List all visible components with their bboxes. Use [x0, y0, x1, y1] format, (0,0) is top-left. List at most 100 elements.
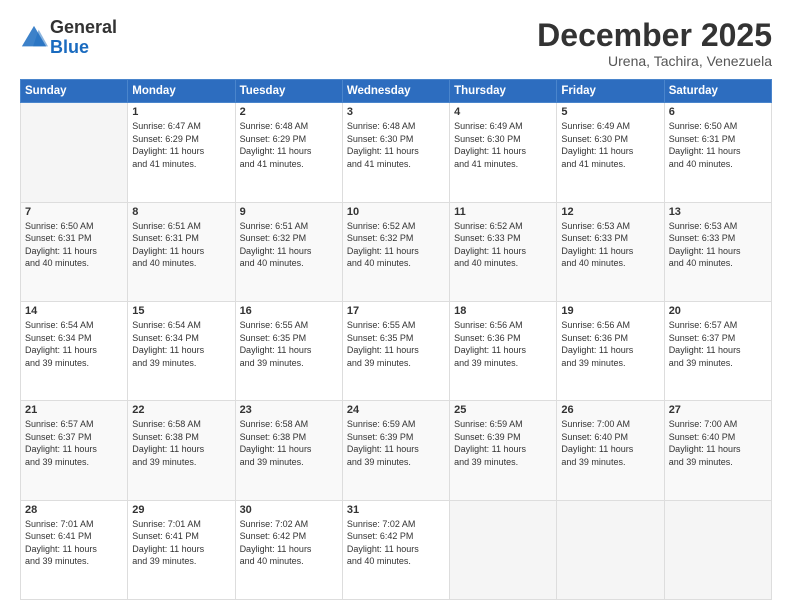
calendar-week-4: 28Sunrise: 7:01 AM Sunset: 6:41 PM Dayli…: [21, 500, 772, 599]
day-info: Sunrise: 6:55 AM Sunset: 6:35 PM Dayligh…: [240, 319, 338, 369]
calendar-cell: 28Sunrise: 7:01 AM Sunset: 6:41 PM Dayli…: [21, 500, 128, 599]
calendar-cell: 18 Sunrise: 6:56 AM Sunset: 6:36 PM Dayli…: [450, 301, 557, 400]
calendar-cell: 1Sunrise: 6:47 AM Sunset: 6:29 PM Daylig…: [128, 103, 235, 202]
calendar-cell: 5Sunrise: 6:49 AM Sunset: 6:30 PM Daylig…: [557, 103, 664, 202]
day-number: 6: [669, 106, 767, 118]
calendar-cell: 14Sunrise: 6:54 AM Sunset: 6:34 PM Dayli…: [21, 301, 128, 400]
day-number: 4: [454, 106, 552, 118]
day-info: Sunrise: 6:48 AM Sunset: 6:29 PM Dayligh…: [240, 120, 338, 170]
col-wednesday: Wednesday: [342, 80, 449, 103]
calendar-week-2: 14Sunrise: 6:54 AM Sunset: 6:34 PM Dayli…: [21, 301, 772, 400]
day-info: Sunrise: 6:51 AM Sunset: 6:32 PM Dayligh…: [240, 220, 338, 270]
logo-text: General Blue: [50, 18, 117, 58]
calendar-cell: 24Sunrise: 6:59 AM Sunset: 6:39 PM Dayli…: [342, 401, 449, 500]
col-saturday: Saturday: [664, 80, 771, 103]
day-info: Sunrise: 6:57 AM Sunset: 6:37 PM Dayligh…: [669, 319, 767, 369]
calendar-cell: [664, 500, 771, 599]
calendar-week-1: 7 Sunrise: 6:50 AM Sunset: 6:31 PM Daylig…: [21, 202, 772, 301]
day-number: 15: [132, 305, 230, 317]
calendar-cell: 2 Sunrise: 6:48 AM Sunset: 6:29 PM Daylig…: [235, 103, 342, 202]
day-info: Sunrise: 6:55 AM Sunset: 6:35 PM Dayligh…: [347, 319, 445, 369]
calendar-cell: 3 Sunrise: 6:48 AM Sunset: 6:30 PM Daylig…: [342, 103, 449, 202]
calendar-cell: 10 Sunrise: 6:52 AM Sunset: 6:32 PM Dayli…: [342, 202, 449, 301]
calendar-cell: 15 Sunrise: 6:54 AM Sunset: 6:34 PM Dayli…: [128, 301, 235, 400]
day-info: Sunrise: 6:59 AM Sunset: 6:39 PM Dayligh…: [454, 418, 552, 468]
day-info: Sunrise: 6:53 AM Sunset: 6:33 PM Dayligh…: [561, 220, 659, 270]
day-number: 13: [669, 206, 767, 218]
day-info: Sunrise: 6:56 AM Sunset: 6:36 PM Dayligh…: [454, 319, 552, 369]
day-number: 2: [240, 106, 338, 118]
calendar-week-0: 1Sunrise: 6:47 AM Sunset: 6:29 PM Daylig…: [21, 103, 772, 202]
calendar-cell: 27 Sunrise: 7:00 AM Sunset: 6:40 PM Dayli…: [664, 401, 771, 500]
day-number: 29: [132, 504, 230, 516]
day-number: 25: [454, 404, 552, 416]
day-info: Sunrise: 6:59 AM Sunset: 6:39 PM Dayligh…: [347, 418, 445, 468]
day-number: 9: [240, 206, 338, 218]
col-friday: Friday: [557, 80, 664, 103]
day-info: Sunrise: 6:54 AM Sunset: 6:34 PM Dayligh…: [132, 319, 230, 369]
calendar-week-3: 21 Sunrise: 6:57 AM Sunset: 6:37 PM Dayli…: [21, 401, 772, 500]
header: General Blue December 2025 Urena, Tachir…: [20, 18, 772, 69]
day-info: Sunrise: 7:01 AM Sunset: 6:41 PM Dayligh…: [132, 518, 230, 568]
calendar-cell: 17 Sunrise: 6:55 AM Sunset: 6:35 PM Dayli…: [342, 301, 449, 400]
day-number: 12: [561, 206, 659, 218]
day-number: 20: [669, 305, 767, 317]
day-info: Sunrise: 6:58 AM Sunset: 6:38 PM Dayligh…: [240, 418, 338, 468]
calendar-cell: [557, 500, 664, 599]
day-info: Sunrise: 7:00 AM Sunset: 6:40 PM Dayligh…: [561, 418, 659, 468]
logo-icon: [20, 24, 48, 52]
day-number: 22: [132, 404, 230, 416]
day-number: 23: [240, 404, 338, 416]
col-sunday: Sunday: [21, 80, 128, 103]
day-number: 21: [25, 404, 123, 416]
logo: General Blue: [20, 18, 117, 58]
day-info: Sunrise: 6:50 AM Sunset: 6:31 PM Dayligh…: [25, 220, 123, 270]
calendar-cell: [21, 103, 128, 202]
day-info: Sunrise: 6:52 AM Sunset: 6:33 PM Dayligh…: [454, 220, 552, 270]
day-number: 1: [132, 106, 230, 118]
day-info: Sunrise: 6:49 AM Sunset: 6:30 PM Dayligh…: [454, 120, 552, 170]
day-number: 8: [132, 206, 230, 218]
calendar-cell: 21 Sunrise: 6:57 AM Sunset: 6:37 PM Dayli…: [21, 401, 128, 500]
calendar-cell: 23 Sunrise: 6:58 AM Sunset: 6:38 PM Dayli…: [235, 401, 342, 500]
day-info: Sunrise: 7:00 AM Sunset: 6:40 PM Dayligh…: [669, 418, 767, 468]
location: Urena, Tachira, Venezuela: [537, 53, 772, 69]
title-block: December 2025 Urena, Tachira, Venezuela: [537, 18, 772, 69]
calendar-cell: [450, 500, 557, 599]
calendar-cell: 29 Sunrise: 7:01 AM Sunset: 6:41 PM Dayli…: [128, 500, 235, 599]
day-number: 7: [25, 206, 123, 218]
day-number: 27: [669, 404, 767, 416]
day-info: Sunrise: 6:53 AM Sunset: 6:33 PM Dayligh…: [669, 220, 767, 270]
day-number: 30: [240, 504, 338, 516]
day-info: Sunrise: 7:01 AM Sunset: 6:41 PM Dayligh…: [25, 518, 123, 568]
day-info: Sunrise: 7:02 AM Sunset: 6:42 PM Dayligh…: [240, 518, 338, 568]
logo-blue: Blue: [50, 37, 89, 57]
day-info: Sunrise: 6:57 AM Sunset: 6:37 PM Dayligh…: [25, 418, 123, 468]
day-number: 18: [454, 305, 552, 317]
calendar-cell: 19Sunrise: 6:56 AM Sunset: 6:36 PM Dayli…: [557, 301, 664, 400]
calendar-cell: 11Sunrise: 6:52 AM Sunset: 6:33 PM Dayli…: [450, 202, 557, 301]
day-info: Sunrise: 6:58 AM Sunset: 6:38 PM Dayligh…: [132, 418, 230, 468]
day-number: 26: [561, 404, 659, 416]
calendar-cell: 22 Sunrise: 6:58 AM Sunset: 6:38 PM Dayli…: [128, 401, 235, 500]
day-info: Sunrise: 6:48 AM Sunset: 6:30 PM Dayligh…: [347, 120, 445, 170]
calendar-cell: 13 Sunrise: 6:53 AM Sunset: 6:33 PM Dayli…: [664, 202, 771, 301]
calendar-cell: 26 Sunrise: 7:00 AM Sunset: 6:40 PM Dayli…: [557, 401, 664, 500]
day-number: 17: [347, 305, 445, 317]
day-info: Sunrise: 6:56 AM Sunset: 6:36 PM Dayligh…: [561, 319, 659, 369]
calendar-cell: 30 Sunrise: 7:02 AM Sunset: 6:42 PM Dayli…: [235, 500, 342, 599]
logo-general: General: [50, 17, 117, 37]
col-thursday: Thursday: [450, 80, 557, 103]
col-monday: Monday: [128, 80, 235, 103]
header-row: Sunday Monday Tuesday Wednesday Thursday…: [21, 80, 772, 103]
page: General Blue December 2025 Urena, Tachir…: [0, 0, 792, 612]
day-info: Sunrise: 6:54 AM Sunset: 6:34 PM Dayligh…: [25, 319, 123, 369]
day-number: 3: [347, 106, 445, 118]
calendar-cell: 20 Sunrise: 6:57 AM Sunset: 6:37 PM Dayli…: [664, 301, 771, 400]
day-info: Sunrise: 6:52 AM Sunset: 6:32 PM Dayligh…: [347, 220, 445, 270]
day-number: 5: [561, 106, 659, 118]
calendar-cell: 8Sunrise: 6:51 AM Sunset: 6:31 PM Daylig…: [128, 202, 235, 301]
calendar-cell: 9 Sunrise: 6:51 AM Sunset: 6:32 PM Daylig…: [235, 202, 342, 301]
day-number: 10: [347, 206, 445, 218]
calendar-cell: 31Sunrise: 7:02 AM Sunset: 6:42 PM Dayli…: [342, 500, 449, 599]
